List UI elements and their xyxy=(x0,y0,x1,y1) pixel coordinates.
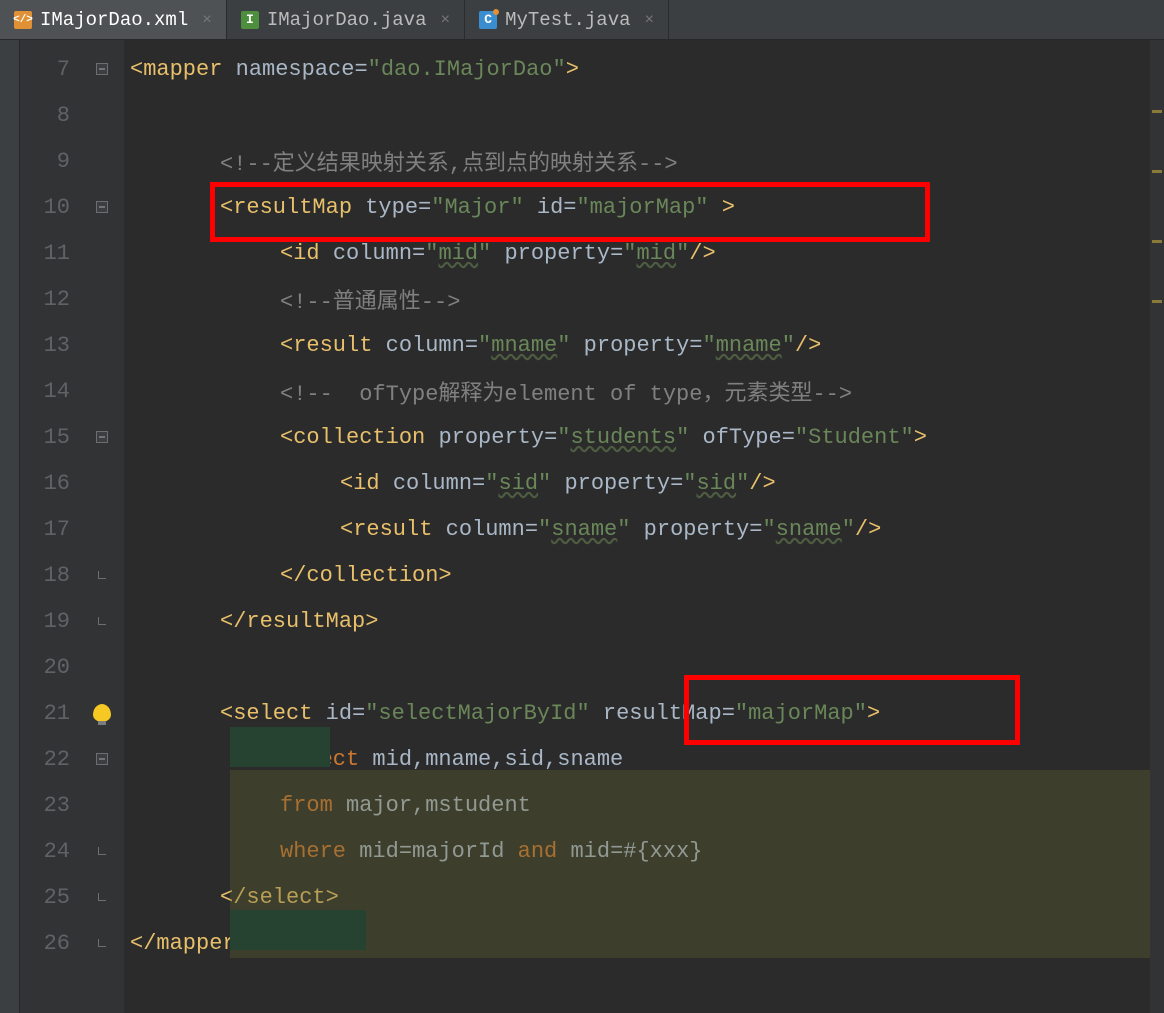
line-number[interactable]: 11 xyxy=(20,230,80,276)
tab-bar: IMajorDao.xml × I IMajorDao.java × C MyT… xyxy=(0,0,1164,40)
warning-stripe[interactable] xyxy=(1152,110,1162,113)
line-number[interactable]: 15 xyxy=(20,414,80,460)
fold-cell[interactable] xyxy=(80,920,124,966)
fold-column[interactable] xyxy=(80,40,124,1013)
code-line[interactable]: <resultMap type="Major" id="majorMap" > xyxy=(130,184,1164,230)
tab-label: IMajorDao.xml xyxy=(40,9,188,31)
tab-imajordao-java[interactable]: I IMajorDao.java × xyxy=(227,0,465,39)
fold-cell[interactable] xyxy=(80,644,124,690)
code-line[interactable]: select mid,mname,sid,sname xyxy=(130,736,1164,782)
line-number[interactable]: 17 xyxy=(20,506,80,552)
fold-cell[interactable] xyxy=(80,828,124,874)
xml-file-icon xyxy=(14,11,32,29)
line-number[interactable]: 13 xyxy=(20,322,80,368)
fold-end-icon xyxy=(98,847,106,855)
line-number[interactable]: 8 xyxy=(20,92,80,138)
line-number[interactable]: 21 xyxy=(20,690,80,736)
close-icon[interactable]: × xyxy=(202,11,212,29)
fold-toggle-icon[interactable] xyxy=(96,63,108,75)
fold-cell[interactable] xyxy=(80,230,124,276)
class-icon: C xyxy=(479,11,497,29)
tab-mytest-java[interactable]: C MyTest.java × xyxy=(465,0,669,39)
fold-end-icon xyxy=(98,893,106,901)
error-stripe-bar[interactable] xyxy=(1150,40,1164,1013)
fold-cell[interactable] xyxy=(80,322,124,368)
fold-cell[interactable] xyxy=(80,874,124,920)
code-line[interactable]: </collection> xyxy=(130,552,1164,598)
fold-cell[interactable] xyxy=(80,690,124,736)
fold-toggle-icon[interactable] xyxy=(96,753,108,765)
tab-label: IMajorDao.java xyxy=(267,9,427,31)
close-icon[interactable]: × xyxy=(440,11,450,29)
interface-icon: I xyxy=(241,11,259,29)
line-number[interactable]: 26 xyxy=(20,920,80,966)
fold-cell[interactable] xyxy=(80,506,124,552)
breakpoint-strip[interactable] xyxy=(0,40,20,1013)
editor-root: IMajorDao.xml × I IMajorDao.java × C MyT… xyxy=(0,0,1164,1013)
fold-end-icon xyxy=(98,571,106,579)
code-line[interactable] xyxy=(130,644,1164,690)
fold-toggle-icon[interactable] xyxy=(96,431,108,443)
fold-cell[interactable] xyxy=(80,46,124,92)
fold-cell[interactable] xyxy=(80,92,124,138)
fold-cell[interactable] xyxy=(80,598,124,644)
code-line[interactable]: </mapper> xyxy=(130,920,1164,966)
fold-cell[interactable] xyxy=(80,736,124,782)
fold-cell[interactable] xyxy=(80,414,124,460)
fold-cell[interactable] xyxy=(80,782,124,828)
close-icon[interactable]: × xyxy=(645,11,655,29)
fold-cell[interactable] xyxy=(80,552,124,598)
fold-toggle-icon[interactable] xyxy=(96,201,108,213)
line-number[interactable]: 12 xyxy=(20,276,80,322)
code-line[interactable]: <collection property="students" ofType="… xyxy=(130,414,1164,460)
line-number[interactable]: 10 xyxy=(20,184,80,230)
line-number[interactable]: 9 xyxy=(20,138,80,184)
code-area[interactable]: <mapper namespace="dao.IMajorDao"> <!--定义… xyxy=(124,40,1164,1013)
fold-end-icon xyxy=(98,939,106,947)
warning-stripe[interactable] xyxy=(1152,170,1162,173)
line-number[interactable]: 20 xyxy=(20,644,80,690)
code-line[interactable]: <!-- ofType解释为element of type，元素类型--> xyxy=(130,368,1164,414)
tab-imajordao-xml[interactable]: IMajorDao.xml × xyxy=(0,0,227,39)
line-number-gutter[interactable]: 7891011121314151617181920212223242526 xyxy=(20,40,80,1013)
code-line[interactable]: <mapper namespace="dao.IMajorDao"> xyxy=(130,46,1164,92)
line-number[interactable]: 14 xyxy=(20,368,80,414)
line-number[interactable]: 24 xyxy=(20,828,80,874)
code-line[interactable]: <result column="sname" property="sname"/… xyxy=(130,506,1164,552)
code-line[interactable] xyxy=(130,92,1164,138)
code-line[interactable]: where mid=majorId and mid=#{xxx} xyxy=(130,828,1164,874)
code-line[interactable]: <!--普通属性--> xyxy=(130,276,1164,322)
line-number[interactable]: 18 xyxy=(20,552,80,598)
code-line[interactable]: <id column="sid" property="sid"/> xyxy=(130,460,1164,506)
line-number[interactable]: 25 xyxy=(20,874,80,920)
code-line[interactable]: <id column="mid" property="mid"/> xyxy=(130,230,1164,276)
intention-bulb-icon[interactable] xyxy=(93,704,111,722)
line-number[interactable]: 16 xyxy=(20,460,80,506)
fold-cell[interactable] xyxy=(80,138,124,184)
code-line[interactable]: </select> xyxy=(130,874,1164,920)
code-line[interactable]: <result column="mname" property="mname"/… xyxy=(130,322,1164,368)
fold-end-icon xyxy=(98,617,106,625)
code-line[interactable]: <select id="selectMajorById" resultMap="… xyxy=(130,690,1164,736)
editor-body: 7891011121314151617181920212223242526 <m… xyxy=(0,40,1164,1013)
line-number[interactable]: 7 xyxy=(20,46,80,92)
code-line[interactable]: <!--定义结果映射关系,点到点的映射关系--> xyxy=(130,138,1164,184)
code-line[interactable]: </resultMap> xyxy=(130,598,1164,644)
warning-stripe[interactable] xyxy=(1152,240,1162,243)
code-line[interactable]: from major,mstudent xyxy=(130,782,1164,828)
line-number[interactable]: 19 xyxy=(20,598,80,644)
line-number[interactable]: 23 xyxy=(20,782,80,828)
fold-cell[interactable] xyxy=(80,184,124,230)
fold-cell[interactable] xyxy=(80,368,124,414)
fold-cell[interactable] xyxy=(80,460,124,506)
fold-cell[interactable] xyxy=(80,276,124,322)
line-number[interactable]: 22 xyxy=(20,736,80,782)
warning-stripe[interactable] xyxy=(1152,300,1162,303)
tab-label: MyTest.java xyxy=(505,9,630,31)
